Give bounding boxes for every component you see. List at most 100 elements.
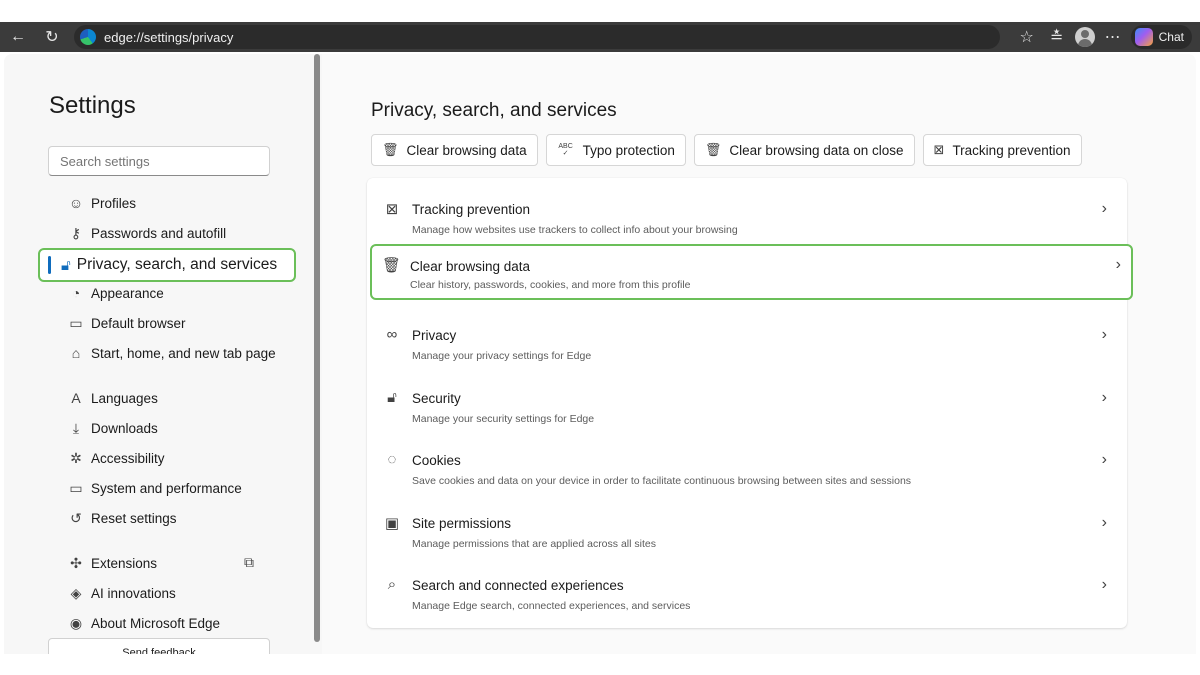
sidebar-item-label: System and performance [91,480,242,496]
chip-typo-protection[interactable]: ABC ✓ Typo protection [545,134,686,166]
bottom-margin [0,654,1200,675]
sidebar-item-about[interactable]: ◉ About Microsoft Edge [66,611,220,635]
chevron-right-icon: › [1101,451,1107,468]
settings-sidebar: Settings ☺ Profiles ⚷ Passwords and auto… [4,54,322,654]
sidebar-item-label: Reset settings [91,510,177,526]
row-subtitle: Clear history, passwords, cookies, and m… [410,279,691,291]
browser-toolbar: ← ↻ edge://settings/privacy ☆ ≛ ⋯ Chat [0,22,1200,52]
key-icon: ⚷ [70,224,82,241]
favorites-list-icon[interactable]: ≛ [1045,25,1069,49]
sidebar-item-label: Accessibility [91,450,165,466]
browser-icon: ▭ [69,314,83,331]
row-subtitle: Manage permissions that are applied acro… [412,538,656,550]
active-indicator [48,256,51,274]
row-privacy[interactable]: ∞ Privacy Manage your privacy settings f… [367,322,1127,378]
lock-icon: 🔓︎ [387,389,397,406]
sidebar-item-label: About Microsoft Edge [91,615,221,631]
chevron-right-icon: › [1101,389,1107,406]
sidebar-item-extensions[interactable]: ✣ Extensions [66,551,157,575]
sidebar-item-label: Passwords and autofill [91,225,227,241]
copilot-icon [1134,28,1153,46]
sidebar-item-label: Default browser [91,315,186,331]
sidebar-item-label: Extensions [91,555,158,571]
puzzle-icon: ✣ [70,554,82,571]
sidebar-item-label: Profiles [91,195,137,211]
more-menu-icon[interactable]: ⋯ [1101,25,1125,49]
favorite-star-icon[interactable]: ☆ [1015,25,1039,49]
tracking-icon: ⊠ [933,142,945,157]
sidebar-item-label: Appearance [91,285,164,301]
chevron-right-icon: › [1101,576,1107,593]
palette-icon: ◔ [71,285,81,301]
row-search-connected[interactable]: ⌕ Search and connected experiences Manag… [367,572,1127,628]
settings-window: Settings ☺ Profiles ⚷ Passwords and auto… [4,54,1196,654]
chevron-right-icon: › [1101,514,1107,531]
sidebar-item-accessibility[interactable]: ✲ Accessibility [66,446,165,470]
lock-icon: 🔓︎ [61,256,71,274]
trash-clock-icon: 🗑︎ [704,142,722,157]
cookie-icon: ◌ [387,451,397,468]
sidebar-item-appearance[interactable]: ◔ Appearance [66,281,164,305]
sidebar-item-languages[interactable]: A Languages [66,386,158,410]
edge-icon: ◉ [69,614,83,631]
top-margin [0,0,1200,22]
back-arrow-icon[interactable]: ← [6,25,30,49]
download-icon: ⤓ [72,419,80,436]
sidebar-item-profiles[interactable]: ☺ Profiles [66,191,136,215]
sidebar-item-default-browser[interactable]: ▭ Default browser [66,311,186,335]
toolbar-actions: ☆ ≛ ⋯ Chat [1015,25,1192,49]
sidebar-item-label: Downloads [91,420,158,436]
sidebar-item-label: Start, home, and new tab page [91,345,276,361]
address-bar[interactable]: edge://settings/privacy [74,25,1000,49]
chip-clear-on-close[interactable]: 🗑︎ Clear browsing data on close [693,134,915,166]
row-title: Search and connected experiences [412,578,624,593]
tracking-icon: ⊠ [385,201,399,218]
chip-label: Typo protection [582,142,675,158]
row-title: Tracking prevention [412,202,531,217]
accessibility-icon: ✲ [70,449,82,466]
permissions-icon: ▣ [384,515,400,532]
row-security[interactable]: 🔓︎ Security Manage your security setting… [367,385,1127,441]
settings-title: Settings [49,92,136,119]
quick-links: 🗑︎ Clear browsing data ABC ✓ Typo protect… [371,134,1082,166]
chip-label: Clear browsing data [406,142,527,158]
profile-avatar-icon[interactable] [1074,27,1095,47]
send-feedback-button[interactable]: Send feedback [48,638,270,654]
row-title: Privacy [412,328,457,343]
address-url: edge://settings/privacy [104,29,234,45]
row-clear-browsing-data[interactable]: 🗑︎ Clear browsing data Clear history, pa… [370,244,1133,300]
sidebar-item-label: Languages [91,390,158,406]
row-subtitle: Manage your privacy settings for Edge [412,350,592,362]
trash-icon: 🗑︎ [382,142,399,157]
row-cookies[interactable]: ◌ Cookies Save cookies and data on your … [367,447,1127,503]
sidebar-item-passwords[interactable]: ⚷ Passwords and autofill [66,221,226,245]
row-title: Security [412,391,461,406]
row-subtitle: Manage your security settings for Edge [412,413,595,425]
laptop-icon: ▭ [69,479,83,496]
sidebar-item-downloads[interactable]: ⤓ Downloads [66,416,158,440]
external-link-icon[interactable]: ⧉ [244,554,254,571]
chat-button[interactable]: Chat [1130,25,1192,49]
home-icon: ⌂ [71,345,81,361]
sidebar-item-system[interactable]: ▭ System and performance [66,476,242,500]
chip-label: Clear browsing data on close [729,142,904,158]
chat-label: Chat [1158,30,1184,44]
row-subtitle: Manage how websites use trackers to coll… [412,224,738,236]
search-input[interactable] [48,146,270,176]
language-icon: A [71,390,81,406]
sidebar-item-reset[interactable]: ↺ Reset settings [66,506,177,530]
trash-icon: 🗑︎ [382,257,402,274]
chip-clear-browsing-data[interactable]: 🗑︎ Clear browsing data [371,134,538,166]
page-title: Privacy, search, and services [371,100,617,121]
refresh-icon[interactable]: ↻ [40,25,64,49]
sidebar-item-ai[interactable]: ◈ AI innovations [66,581,176,605]
chip-tracking-prevention[interactable]: ⊠ Tracking prevention [922,134,1082,166]
sidebar-item-privacy[interactable]: 🔓︎ Privacy, search, and services [38,248,296,282]
search-icon: ⌕ [387,576,397,593]
ai-icon: ◈ [70,584,82,601]
sidebar-item-label: AI innovations [91,585,176,601]
sidebar-scrollbar[interactable] [314,54,320,642]
edge-logo-icon [80,29,96,45]
row-site-permissions[interactable]: ▣ Site permissions Manage permissions th… [367,510,1127,566]
sidebar-item-start-home[interactable]: ⌂ Start, home, and new tab page [66,341,276,365]
